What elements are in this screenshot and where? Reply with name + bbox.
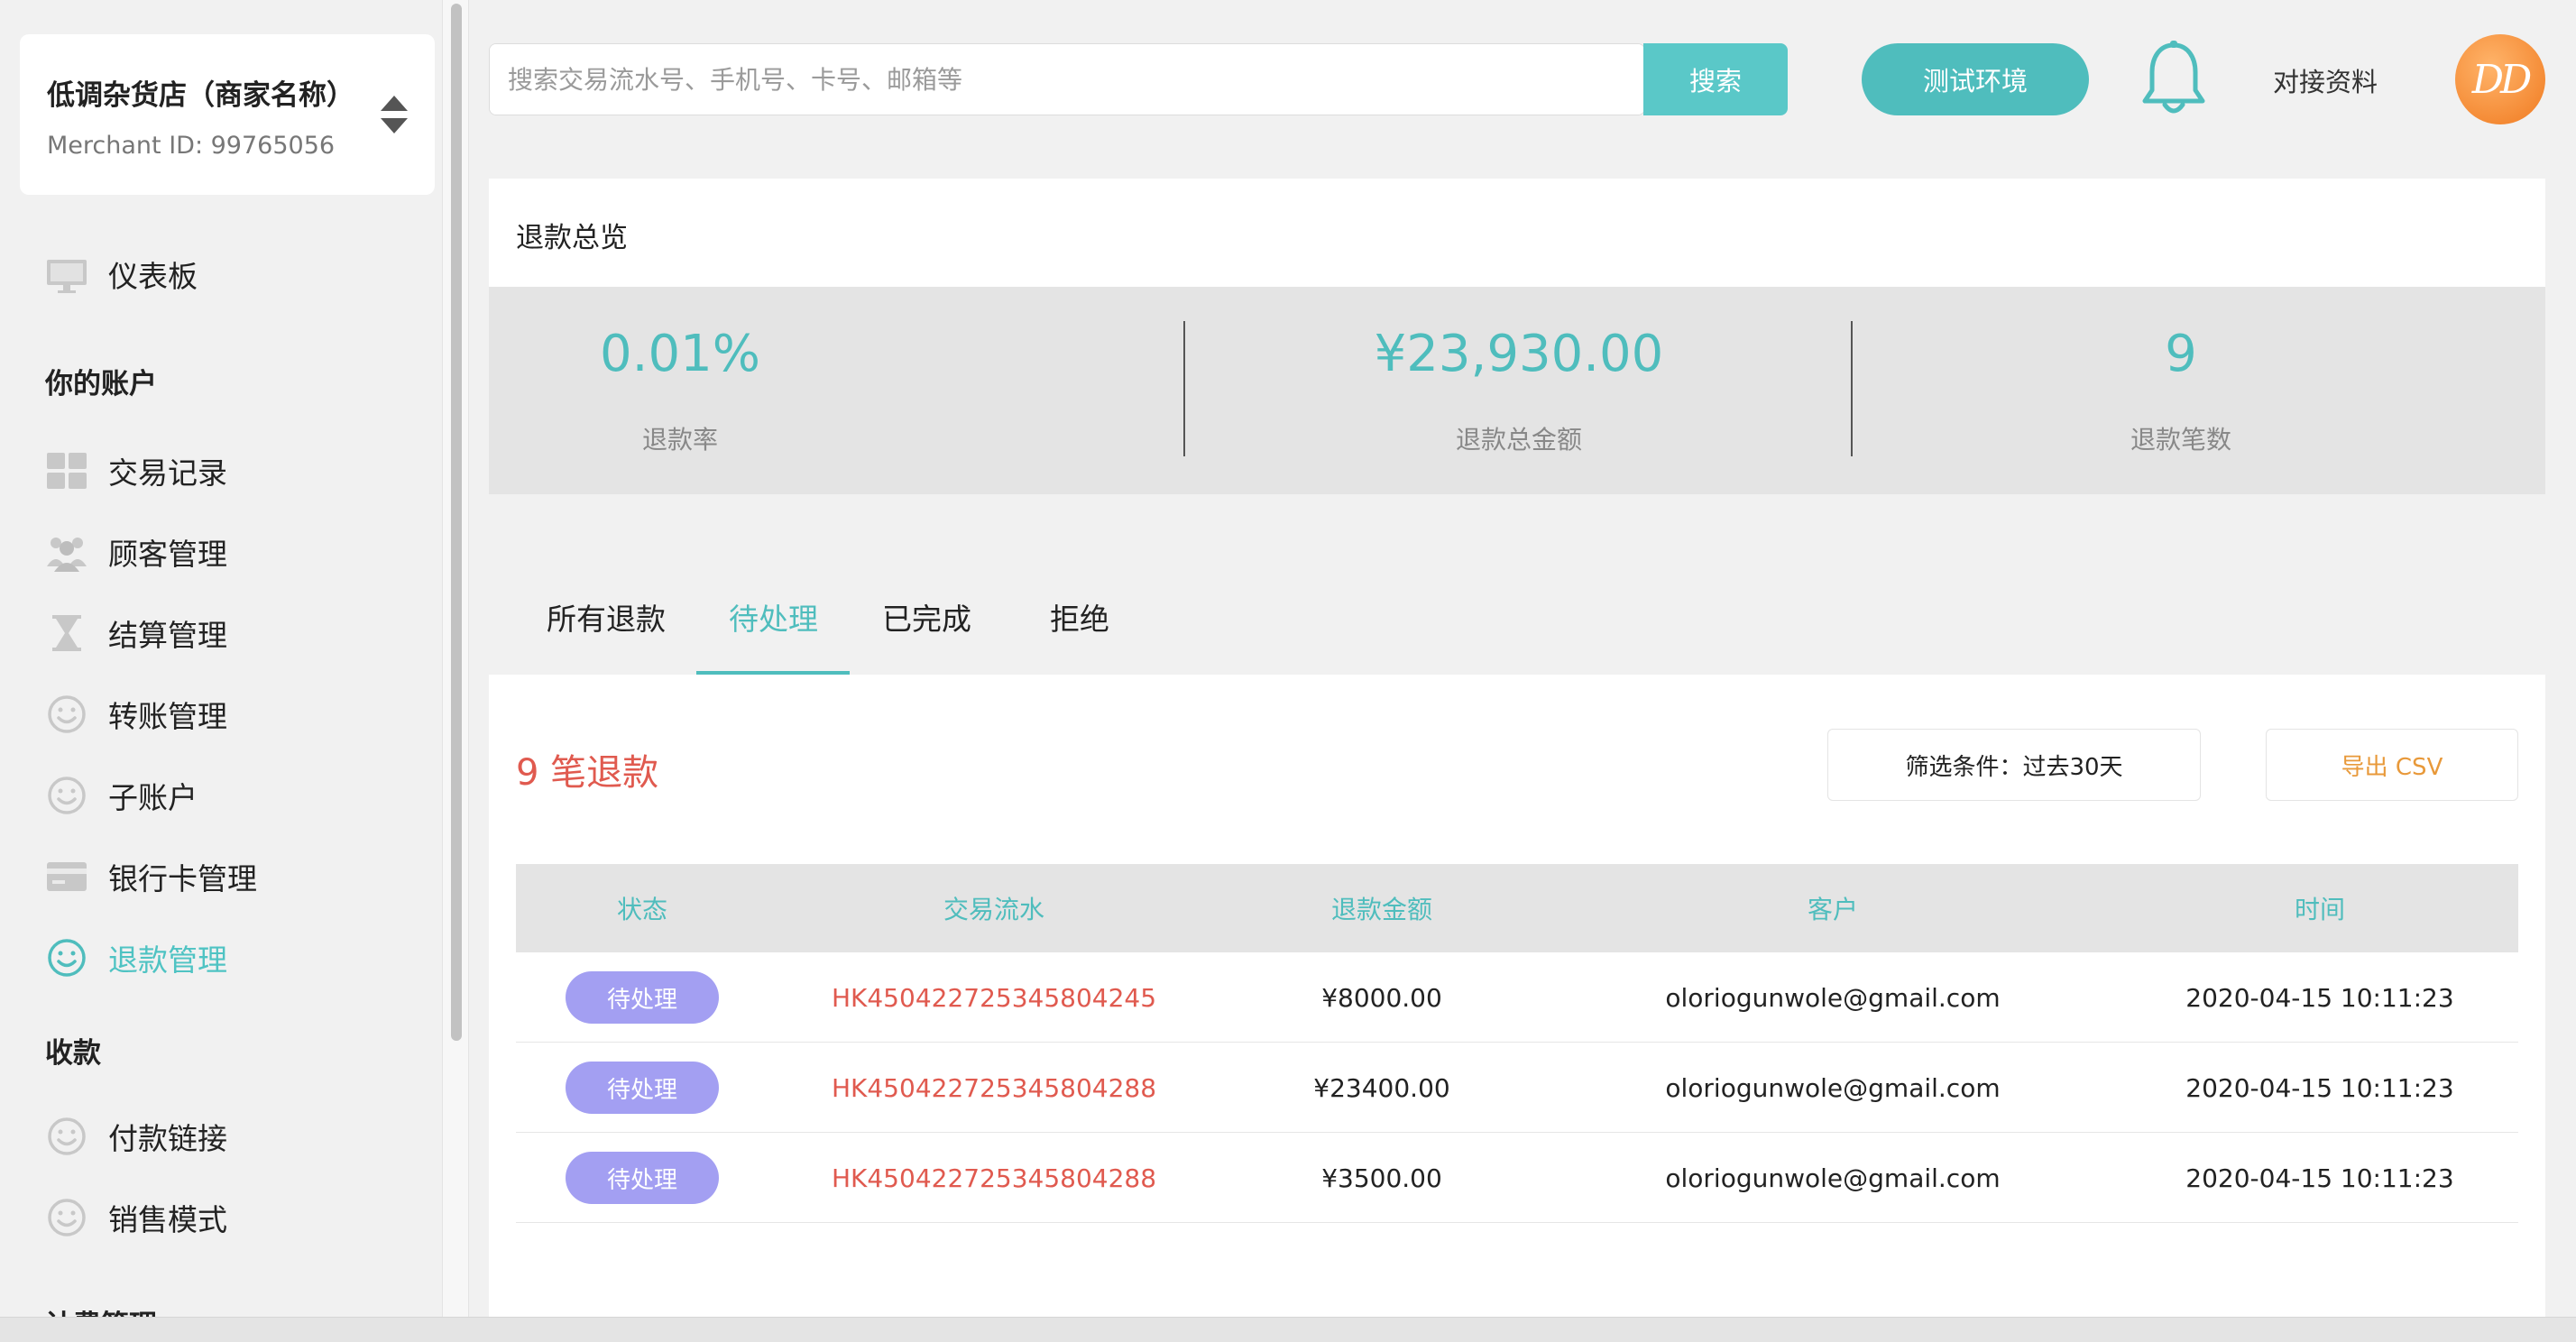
- search-box: [489, 43, 1645, 115]
- monitor-icon: [45, 253, 88, 296]
- sidebar-item-settlement[interactable]: 结算管理: [45, 606, 227, 660]
- sidebar-item-dashboard[interactable]: 仪表板: [45, 247, 198, 301]
- smiley-icon: [45, 1196, 88, 1239]
- test-environment-button[interactable]: 测试环境: [1862, 43, 2089, 115]
- tab-rejected[interactable]: 拒绝: [1050, 595, 1109, 639]
- sidebar-item-label: 转账管理: [108, 699, 227, 734]
- hourglass-icon: [45, 611, 88, 655]
- integration-docs-link[interactable]: 对接资料: [2273, 61, 2378, 99]
- status-badge: 待处理: [566, 1152, 719, 1204]
- transaction-id-link[interactable]: HK450422725345804288: [768, 1133, 1219, 1223]
- sidebar-item-payment-links[interactable]: 付款链接: [45, 1109, 227, 1163]
- sidebar-item-label: 仪表板: [108, 259, 198, 294]
- customer-email: oloriogunwole@gmail.com: [1665, 982, 2001, 1013]
- stat-value: 0.01%: [600, 325, 760, 383]
- sidebar-scrollbar-thumb[interactable]: [451, 4, 462, 1041]
- smiley-icon: [45, 1115, 88, 1158]
- table-row[interactable]: 待处理 HK450422725345804288 ¥3500.00 olorio…: [516, 1133, 2518, 1223]
- smiley-icon: [45, 774, 88, 817]
- smiley-icon: [45, 693, 88, 736]
- tab-all-refunds[interactable]: 所有退款: [547, 595, 666, 639]
- bell-icon[interactable]: [2138, 40, 2210, 119]
- export-csv-button[interactable]: 导出 CSV: [2266, 729, 2518, 801]
- sidebar: 低调杂货店（商家名称） Merchant ID: 99765056 仪表板 你的…: [0, 0, 442, 1317]
- status-cell: 待处理: [516, 1133, 768, 1223]
- window-bottom-edge: [0, 1317, 2576, 1342]
- users-icon: [45, 530, 88, 574]
- sidebar-item-label: 顾客管理: [108, 537, 227, 572]
- column-header-amount: 退款金额: [1330, 895, 1432, 924]
- transaction-id-link[interactable]: HK450422725345804245: [768, 952, 1219, 1043]
- refund-list-panel: 9 笔退款 筛选条件：过去30天 导出 CSV 状态 交易流水 退款金额 客户 …: [489, 675, 2545, 1317]
- status-badge: 待处理: [566, 1062, 719, 1114]
- sidebar-item-label: 退款管理: [108, 942, 227, 978]
- refund-amount: ¥23400.00: [1313, 1072, 1450, 1103]
- merchant-name: 低调杂货店（商家名称）: [47, 79, 354, 112]
- refund-count-title: 9 笔退款: [516, 752, 659, 794]
- avatar[interactable]: DD: [2455, 34, 2545, 124]
- column-header-status: 状态: [616, 895, 667, 924]
- refund-overview: 退款总览 0.01% 退款率 ¥23,930.00 退款总金额 9 退款笔数: [489, 179, 2545, 494]
- customer-email: oloriogunwole@gmail.com: [1665, 1072, 2001, 1103]
- sidebar-item-bank-cards[interactable]: 银行卡管理: [45, 850, 257, 904]
- sidebar-item-label: 银行卡管理: [108, 861, 257, 896]
- column-header-time: 时间: [2294, 895, 2345, 924]
- overview-stats: 0.01% 退款率 ¥23,930.00 退款总金额 9 退款笔数: [489, 287, 2545, 494]
- stat-value: ¥23,930.00: [1374, 325, 1664, 383]
- table-header: 状态 交易流水 退款金额 客户 时间: [516, 864, 2518, 952]
- merchant-id: Merchant ID: 99765056: [47, 132, 336, 160]
- credit-card-icon: [45, 855, 88, 898]
- refund-time: 2020-04-15 10:11:23: [2185, 1163, 2454, 1193]
- sidebar-item-label: 交易记录: [108, 455, 227, 491]
- search-input[interactable]: [490, 44, 1644, 115]
- stat-refund-total: ¥23,930.00 退款总金额: [1185, 287, 1853, 494]
- stat-refund-count: 9 退款笔数: [1853, 287, 2509, 494]
- column-header-transaction: 交易流水: [943, 895, 1044, 924]
- sidebar-item-refunds[interactable]: 退款管理: [45, 931, 227, 985]
- merchant-switcher[interactable]: 低调杂货店（商家名称） Merchant ID: 99765056: [20, 34, 435, 195]
- sidebar-item-sales-mode[interactable]: 销售模式: [45, 1190, 227, 1245]
- status-cell: 待处理: [516, 1043, 768, 1133]
- refund-time: 2020-04-15 10:11:23: [2185, 1072, 2454, 1103]
- table-row[interactable]: 待处理 HK450422725345804288 ¥23400.00 olori…: [516, 1043, 2518, 1133]
- sidebar-item-label: 子账户: [108, 780, 198, 815]
- status-cell: 待处理: [516, 952, 768, 1043]
- sidebar-item-transfers[interactable]: 转账管理: [45, 687, 227, 741]
- tab-completed[interactable]: 已完成: [882, 595, 971, 639]
- sidebar-item-label: 付款链接: [108, 1121, 227, 1156]
- stat-value: 9: [2165, 325, 2197, 383]
- sidebar-item-label: 销售模式: [108, 1202, 227, 1237]
- search-button[interactable]: 搜索: [1643, 43, 1788, 115]
- sidebar-item-label: 结算管理: [108, 618, 227, 653]
- smiley-icon: [45, 936, 88, 979]
- sidebar-item-customers[interactable]: 顾客管理: [45, 525, 227, 579]
- filter-button[interactable]: 筛选条件：过去30天: [1827, 729, 2201, 801]
- stat-refund-rate: 0.01% 退款率: [489, 287, 871, 494]
- sidebar-item-transactions[interactable]: 交易记录: [45, 444, 227, 498]
- column-header-customer: 客户: [1807, 895, 1858, 924]
- tab-pending[interactable]: 待处理: [729, 595, 818, 639]
- transaction-id-link[interactable]: HK450422725345804288: [768, 1043, 1219, 1133]
- stat-label: 退款率: [641, 425, 718, 455]
- refund-amount: ¥8000.00: [1321, 982, 1442, 1013]
- section-your-account: 你的账户: [45, 368, 157, 400]
- grid-icon: [45, 449, 88, 492]
- section-billing: 计费管理: [45, 1302, 157, 1317]
- sidebar-item-sub-accounts[interactable]: 子账户: [45, 768, 198, 823]
- table-row[interactable]: 待处理 HK450422725345804245 ¥8000.00 olorio…: [516, 952, 2518, 1043]
- overview-title: 退款总览: [516, 222, 628, 254]
- refund-amount: ¥3500.00: [1321, 1163, 1442, 1193]
- status-badge: 待处理: [566, 971, 719, 1024]
- refund-time: 2020-04-15 10:11:23: [2185, 982, 2454, 1013]
- sort-arrows-icon[interactable]: [379, 94, 409, 135]
- customer-email: oloriogunwole@gmail.com: [1665, 1163, 2001, 1193]
- section-collect: 收款: [45, 1037, 101, 1070]
- stat-label: 退款笔数: [2130, 425, 2231, 455]
- stat-label: 退款总金额: [1455, 425, 1582, 455]
